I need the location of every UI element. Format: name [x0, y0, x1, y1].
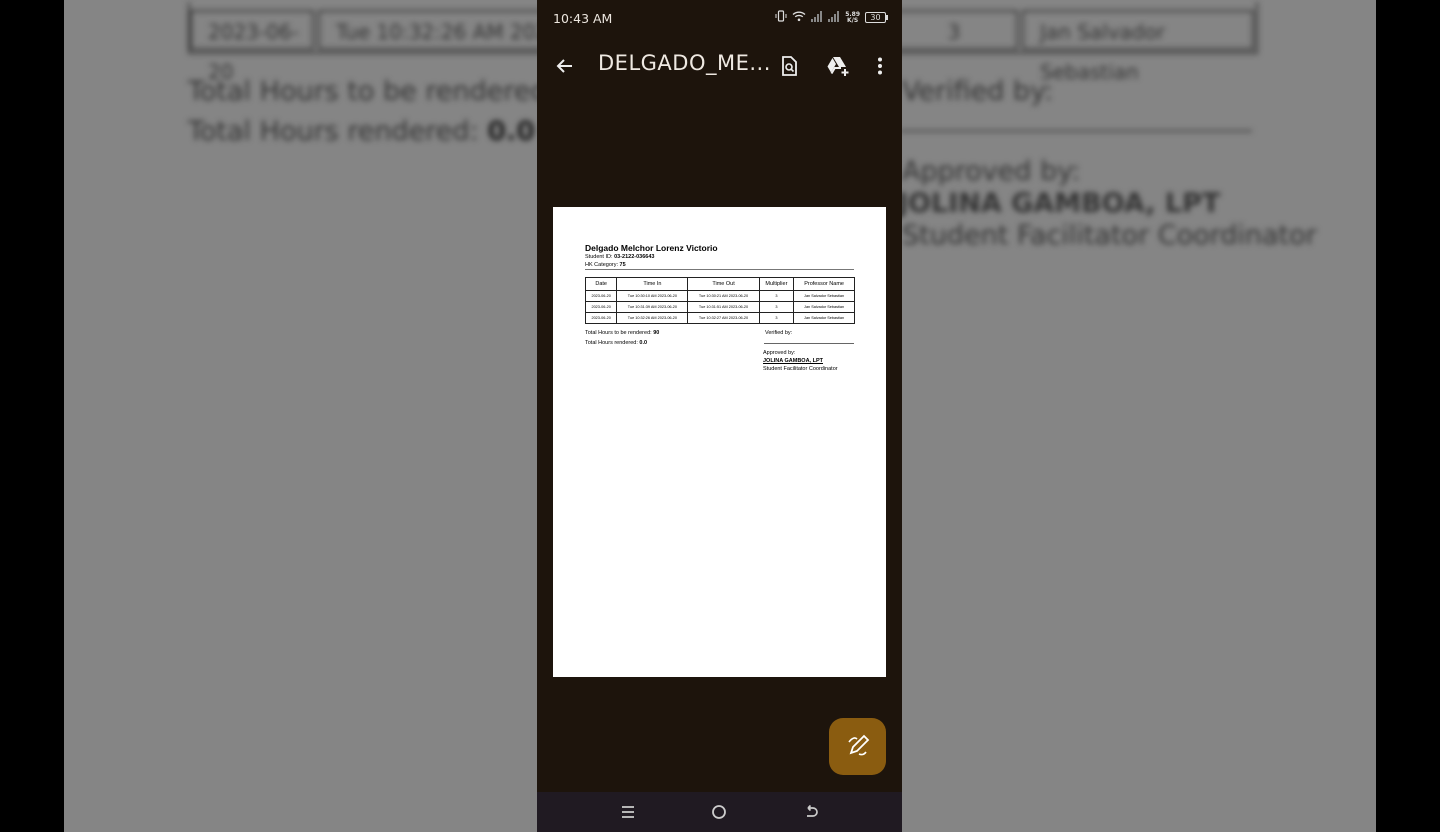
col-time-in: Time In [616, 277, 689, 291]
approved-by-label: Approved by: [763, 350, 796, 356]
bg-total-to-render: Total Hours to be rendered: 9 [188, 76, 584, 107]
cell-time-in: Tue 10:32:26 AM 2023-06-20 [616, 312, 689, 324]
drive-add-button[interactable] [823, 52, 851, 80]
search-document-button[interactable] [775, 52, 803, 80]
document-title: DELGADO_ME... [598, 51, 771, 75]
hk-category-label: HK Category: [585, 262, 619, 268]
bg-cell-professor: Jan Salvador Sebastian [1022, 10, 1254, 84]
col-professor: Professor Name [793, 277, 855, 291]
col-multiplier: Multiplier [758, 277, 795, 291]
bg-total-rendered-label: Total Hours rendered: [188, 116, 479, 147]
bg-approver-name: JOLINA GAMBOA, LPT [898, 188, 1221, 219]
edit-fab-button[interactable] [829, 718, 886, 775]
cell-time-out: Tue 10:31:51 AM 2023-06-20 [687, 301, 760, 313]
student-id-value: 03-2122-036643 [614, 254, 655, 260]
table-row: 2023-06-20 Tue 10:30:10 AM 2023-06-20 Tu… [584, 290, 855, 302]
status-time: 10:43 AM [553, 11, 613, 26]
cell-time-in: Tue 10:31:39 AM 2023-06-20 [616, 301, 689, 313]
vibrate-icon [775, 10, 787, 25]
arrow-left-icon [556, 59, 572, 73]
header-divider [585, 269, 854, 270]
total-to-render: Total Hours to be rendered: 90 [585, 330, 659, 336]
hk-category-line: HK Category: 75 [585, 262, 626, 268]
bg-total-rendered-value: 0.0 [487, 116, 536, 147]
nav-home-button[interactable] [707, 800, 731, 824]
home-circle-icon [712, 805, 726, 819]
navigation-bar [537, 792, 902, 832]
cell-date: 2023-06-20 [584, 290, 618, 302]
nav-back-button[interactable] [799, 800, 823, 824]
network-speed: 5.89 K/S [845, 11, 860, 24]
total-rendered: Total Hours rendered: 0.0 [585, 340, 647, 346]
search-document-icon [782, 56, 797, 76]
approver-title: Student Facilitator Coordinator [763, 366, 838, 372]
cell-professor: Jan Salvador Sebastian [793, 312, 855, 324]
signal-icon [811, 10, 823, 25]
back-button[interactable] [551, 52, 579, 80]
app-bar: DELGADO_ME... [537, 40, 902, 90]
hours-table: Date Time In Time Out Multiplier Profess… [584, 277, 855, 324]
more-vert-icon [878, 57, 882, 75]
cell-date: 2023-06-20 [584, 301, 618, 313]
bg-cell-multiplier: 3 [890, 10, 1018, 50]
battery-icon: 30 [865, 12, 888, 23]
total-rendered-label: Total Hours rendered: [585, 340, 638, 346]
bg-cell-date: 2023-06-20 [190, 10, 314, 84]
cell-time-out: Tue 10:32:27 AM 2023-06-20 [687, 312, 760, 324]
cell-multiplier: 3 [758, 290, 795, 302]
phone-screen: 10:43 AM 5.89 K/S 30 DELGADO_ME... Delga… [537, 0, 902, 832]
cell-date: 2023-06-20 [584, 312, 618, 324]
student-id-label: Student ID: [585, 254, 613, 260]
cell-professor: Jan Salvador Sebastian [793, 290, 855, 302]
table-row: 2023-06-20 Tue 10:31:39 AM 2023-06-20 Tu… [584, 301, 855, 313]
signal-icon-2 [828, 10, 840, 25]
approver-name: JOLINA GAMBOA, LPT [763, 358, 823, 364]
bg-total-to-render-label: Total Hours to be rendered: [188, 76, 557, 107]
bg-approved-by: Approved by: [902, 156, 1081, 187]
bg-signature-line [900, 130, 1252, 132]
pdf-page[interactable]: Delgado Melchor Lorenz Victorio Student … [553, 207, 886, 677]
nav-back-icon [807, 804, 818, 817]
verified-signature-line [764, 343, 854, 344]
status-icons: 5.89 K/S 30 [775, 10, 888, 25]
bg-verified-by: Verified by: [902, 76, 1054, 107]
drive-add-icon [827, 57, 849, 76]
bg-approver-title: Student Facilitator Coordinator [902, 220, 1317, 251]
status-bar: 10:43 AM 5.89 K/S 30 [537, 0, 902, 36]
edit-pen-icon [848, 734, 870, 756]
total-to-render-value: 90 [653, 330, 660, 336]
hk-category-value: 75 [619, 262, 626, 268]
cell-multiplier: 3 [758, 301, 795, 313]
table-row: 2023-06-20 Tue 10:32:26 AM 2023-06-20 Tu… [584, 312, 855, 324]
col-date: Date [584, 277, 618, 291]
cell-professor: Jan Salvador Sebastian [793, 301, 855, 313]
menu-icon [622, 806, 634, 818]
table-header-row: Date Time In Time Out Multiplier Profess… [584, 277, 855, 291]
total-to-render-label: Total Hours to be rendered: [585, 330, 652, 336]
total-rendered-value: 0.0 [639, 340, 648, 346]
cell-time-in: Tue 10:30:10 AM 2023-06-20 [616, 290, 689, 302]
net-speed-unit: K/S [847, 16, 859, 24]
wifi-icon [792, 10, 806, 25]
student-name: Delgado Melchor Lorenz Victorio [585, 243, 718, 253]
nav-menu-button[interactable] [616, 800, 640, 824]
cell-time-out: Tue 10:30:21 AM 2023-06-20 [687, 290, 760, 302]
more-options-button[interactable] [866, 52, 894, 80]
student-id-line: Student ID: 03-2122-036643 [585, 254, 654, 260]
col-time-out: Time Out [687, 277, 760, 291]
bg-total-rendered: Total Hours rendered: 0.0 [188, 116, 535, 147]
cell-multiplier: 3 [758, 312, 795, 324]
verified-by-label: Verified by: [765, 330, 793, 336]
